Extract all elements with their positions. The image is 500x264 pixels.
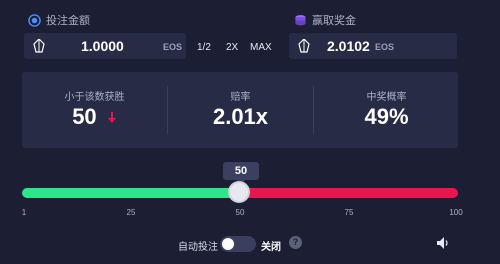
bet-amount-value[interactable]: 1.0000 (81, 38, 124, 54)
win-amount-label: 赢取奖金 (312, 15, 356, 27)
slider-win-track[interactable] (22, 188, 240, 198)
roll-under-label: 小于该数获胜 (64, 92, 125, 103)
multiplier-label: 赔率 (230, 92, 251, 103)
win-chance-value: 49% (364, 104, 409, 129)
speaker-icon[interactable] (436, 236, 450, 250)
chip-icon (28, 13, 41, 27)
toggle-knob (222, 238, 234, 250)
multiplier-stat: 赔率 2.01x (168, 72, 313, 148)
roll-under-value: 50 (72, 104, 97, 129)
coin-stack-icon (295, 14, 306, 25)
max-button[interactable]: MAX (250, 42, 272, 53)
roll-under-number: 50 (22, 104, 167, 130)
win-amount-field: 2.0102 EOS (289, 33, 457, 59)
auto-bet-label: 自动投注 (178, 242, 218, 253)
bet-amount-field[interactable]: 1.0000 EOS (24, 33, 186, 59)
double-button[interactable]: 2X (226, 42, 238, 53)
stats-panel: 小于该数获胜 50 赔率 2.01x 中奖概率 49% (22, 72, 458, 148)
slider-handle[interactable] (230, 183, 248, 201)
slider-lose-track[interactable] (240, 188, 458, 198)
multiplier-value: 2.01x (212, 104, 269, 129)
bet-amount-header: 投注金额 (28, 12, 90, 28)
slider-tick: 25 (126, 208, 136, 217)
bet-amount-label: 投注金额 (46, 15, 90, 27)
eos-icon (298, 39, 310, 53)
help-icon[interactable]: ? (289, 236, 302, 249)
slider-tick: 75 (344, 208, 354, 217)
roll-under-stat: 小于该数获胜 50 (22, 72, 167, 148)
win-amount-header: 赢取奖金 (294, 12, 356, 28)
auto-bet-state: 关闭 (261, 242, 281, 253)
slider-tick: 1 (21, 208, 27, 217)
eos-icon (33, 39, 45, 53)
win-amount-value: 2.0102 (327, 38, 370, 54)
win-chance-label: 中奖概率 (366, 92, 407, 103)
win-amount-unit: EOS (375, 42, 395, 52)
slider-tick: 50 (235, 208, 245, 217)
slider-value-tooltip: 50 (223, 162, 259, 184)
auto-bet-toggle[interactable] (220, 236, 256, 252)
arrow-down-icon[interactable] (107, 112, 117, 124)
half-button[interactable]: 1/2 (197, 42, 211, 53)
bet-amount-unit: EOS (163, 42, 183, 52)
slider-tick: 100 (449, 208, 463, 217)
win-chance-stat: 中奖概率 49% (314, 72, 459, 148)
